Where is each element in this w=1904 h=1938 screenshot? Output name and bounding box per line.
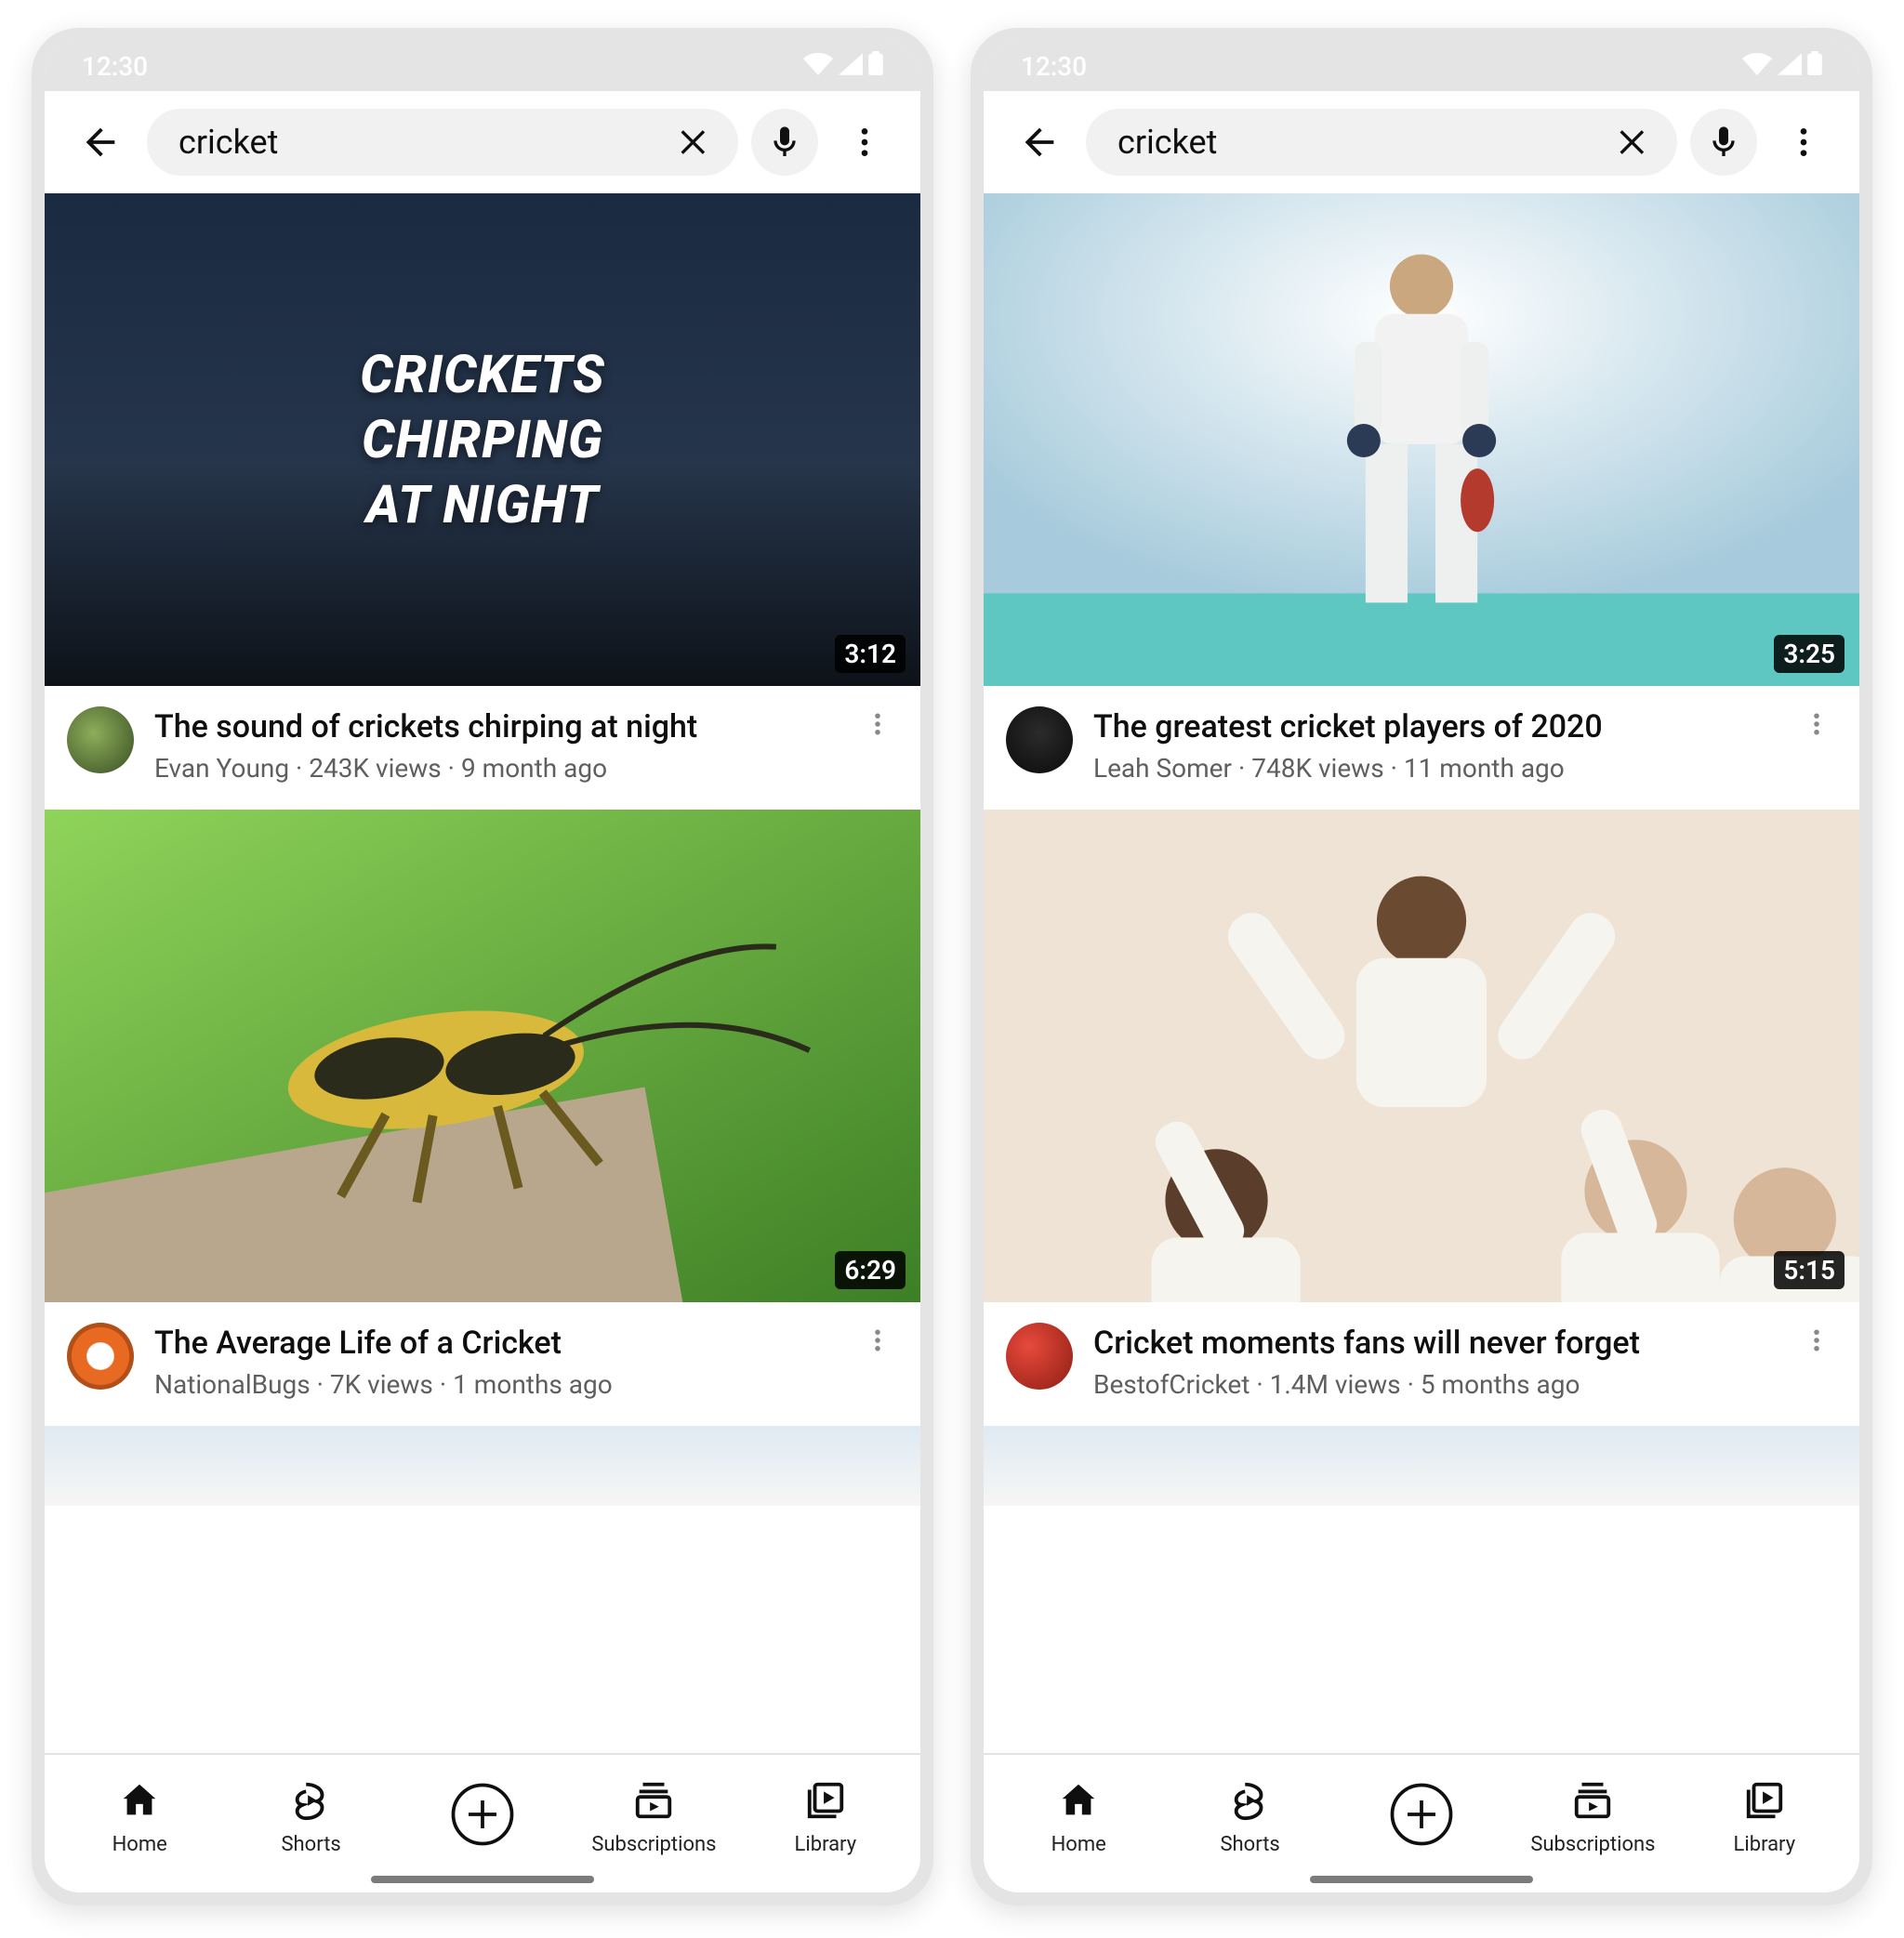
wifi-icon bbox=[1742, 51, 1772, 82]
video-card[interactable]: 3:25 The greatest cricket players of 202… bbox=[984, 193, 1859, 810]
status-bar: 12:30 bbox=[984, 41, 1859, 91]
cellular-icon bbox=[1778, 51, 1802, 82]
library-icon bbox=[1743, 1779, 1786, 1827]
voice-search-button[interactable] bbox=[751, 109, 818, 176]
status-bar: 12:30 bbox=[45, 41, 920, 91]
bottom-nav: Home Shorts Subscriptions Library bbox=[984, 1753, 1859, 1892]
video-overflow-menu[interactable] bbox=[1796, 706, 1837, 738]
nav-home[interactable]: Home bbox=[993, 1779, 1164, 1856]
video-thumbnail[interactable]: 5:15 bbox=[984, 810, 1859, 1302]
nav-subscriptions[interactable]: Subscriptions bbox=[1507, 1779, 1678, 1856]
nav-library[interactable]: Library bbox=[740, 1779, 911, 1856]
back-button[interactable] bbox=[67, 109, 134, 176]
video-overflow-menu[interactable] bbox=[1796, 1323, 1837, 1354]
nav-shorts[interactable]: Shorts bbox=[225, 1779, 396, 1856]
bottom-nav: Home Shorts Subscriptions Library bbox=[45, 1753, 920, 1892]
battery-icon bbox=[1807, 51, 1822, 82]
wifi-icon bbox=[803, 51, 833, 82]
search-header bbox=[984, 91, 1859, 193]
cellular-icon bbox=[839, 51, 863, 82]
nav-create[interactable] bbox=[1336, 1781, 1507, 1853]
video-duration: 5:15 bbox=[1774, 1251, 1844, 1289]
video-duration: 6:29 bbox=[835, 1251, 906, 1289]
subscriptions-icon bbox=[1571, 1779, 1614, 1827]
video-card[interactable]: 6:29 The Average Life of a Cricket Natio… bbox=[45, 810, 920, 1426]
search-box[interactable] bbox=[1086, 109, 1677, 176]
plus-circle-icon bbox=[449, 1781, 516, 1853]
video-overflow-menu[interactable] bbox=[857, 706, 898, 738]
search-box[interactable] bbox=[147, 109, 738, 176]
video-subline: Leah Somer · 748K views · 11 month ago bbox=[1093, 753, 1776, 784]
nav-subscriptions[interactable]: Subscriptions bbox=[568, 1779, 739, 1856]
clear-search-button[interactable] bbox=[1612, 122, 1653, 163]
video-duration: 3:25 bbox=[1774, 635, 1844, 673]
video-title: The sound of crickets chirping at night bbox=[154, 706, 837, 747]
video-card[interactable]: CRICKETSCHIRPINGAT NIGHT 3:12 The sound … bbox=[45, 193, 920, 810]
voice-search-button[interactable] bbox=[1690, 109, 1757, 176]
plus-circle-icon bbox=[1388, 1781, 1455, 1853]
thumbnail-caption: CRICKETSCHIRPINGAT NIGHT bbox=[45, 193, 920, 686]
channel-avatar[interactable] bbox=[67, 706, 134, 773]
overflow-menu-button[interactable] bbox=[1770, 109, 1837, 176]
channel-avatar[interactable] bbox=[67, 1323, 134, 1390]
search-input[interactable] bbox=[178, 123, 662, 162]
gesture-bar bbox=[371, 1876, 594, 1883]
shorts-icon bbox=[290, 1779, 333, 1827]
nav-library[interactable]: Library bbox=[1679, 1779, 1850, 1856]
channel-avatar[interactable] bbox=[1006, 1323, 1073, 1390]
video-thumbnail[interactable]: 6:29 bbox=[45, 810, 920, 1302]
battery-icon bbox=[868, 51, 883, 82]
overflow-menu-button[interactable] bbox=[831, 109, 898, 176]
back-button[interactable] bbox=[1006, 109, 1073, 176]
video-thumbnail-peek[interactable] bbox=[45, 1426, 920, 1506]
video-card[interactable]: 5:15 Cricket moments fans will never for… bbox=[984, 810, 1859, 1426]
phone-frame: 12:30 bbox=[971, 28, 1872, 1905]
status-time: 12:30 bbox=[1021, 51, 1087, 82]
home-icon bbox=[118, 1779, 161, 1827]
video-thumbnail[interactable]: 3:25 bbox=[984, 193, 1859, 686]
video-subline: NationalBugs · 7K views · 1 months ago bbox=[154, 1369, 837, 1400]
subscriptions-icon bbox=[632, 1779, 675, 1827]
nav-home[interactable]: Home bbox=[54, 1779, 225, 1856]
video-thumbnail[interactable]: CRICKETSCHIRPINGAT NIGHT 3:12 bbox=[45, 193, 920, 686]
home-icon bbox=[1057, 1779, 1100, 1827]
clear-search-button[interactable] bbox=[673, 122, 714, 163]
library-icon bbox=[804, 1779, 847, 1827]
video-title: The greatest cricket players of 2020 bbox=[1093, 706, 1776, 747]
video-overflow-menu[interactable] bbox=[857, 1323, 898, 1354]
video-thumbnail-peek[interactable] bbox=[984, 1426, 1859, 1506]
results-feed[interactable]: CRICKETSCHIRPINGAT NIGHT 3:12 The sound … bbox=[45, 193, 920, 1753]
video-title: The Average Life of a Cricket bbox=[154, 1323, 837, 1364]
channel-avatar[interactable] bbox=[1006, 706, 1073, 773]
video-subline: BestofCricket · 1.4M views · 5 months ag… bbox=[1093, 1369, 1776, 1400]
video-subline: Evan Young · 243K views · 9 month ago bbox=[154, 753, 837, 784]
status-time: 12:30 bbox=[82, 51, 148, 82]
shorts-icon bbox=[1229, 1779, 1272, 1827]
results-feed[interactable]: 3:25 The greatest cricket players of 202… bbox=[984, 193, 1859, 1753]
nav-shorts[interactable]: Shorts bbox=[1164, 1779, 1335, 1856]
search-header bbox=[45, 91, 920, 193]
nav-create[interactable] bbox=[397, 1781, 568, 1853]
video-duration: 3:12 bbox=[835, 635, 906, 673]
gesture-bar bbox=[1310, 1876, 1533, 1883]
search-input[interactable] bbox=[1117, 123, 1601, 162]
video-title: Cricket moments fans will never forget bbox=[1093, 1323, 1776, 1364]
phone-frame: 12:30 CRICKETS bbox=[32, 28, 933, 1905]
